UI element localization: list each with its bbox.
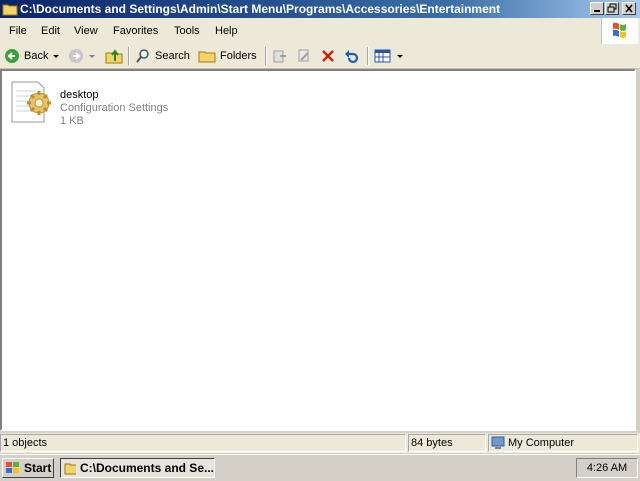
windows-logo xyxy=(601,18,638,44)
system-tray-clock[interactable]: 4:26 AM xyxy=(576,458,638,478)
back-arrow-icon xyxy=(5,49,19,63)
search-label: Search xyxy=(155,50,190,62)
folders-label: Folders xyxy=(220,50,257,62)
toolbar: Back Search Folders xyxy=(0,44,640,69)
menu-favorites[interactable]: Favorites xyxy=(113,25,158,37)
minimize-button[interactable] xyxy=(590,2,604,15)
windows-start-icon xyxy=(6,462,19,473)
menu-help[interactable]: Help xyxy=(215,25,238,37)
delete-icon xyxy=(322,50,334,62)
status-zone: My Computer xyxy=(488,434,638,452)
status-objects: 1 objects xyxy=(0,434,406,452)
undo-button[interactable] xyxy=(343,47,359,65)
folder-icon xyxy=(2,4,18,16)
folders-button[interactable]: Folders xyxy=(198,47,257,65)
back-button[interactable]: Back xyxy=(4,47,60,65)
search-button[interactable]: Search xyxy=(135,47,190,65)
views-button[interactable] xyxy=(374,47,404,65)
restore-icon xyxy=(607,3,617,13)
config-file-icon xyxy=(11,81,51,123)
menu-bar: File Edit View Favorites Tools Help xyxy=(0,18,640,45)
minimize-icon xyxy=(594,10,600,12)
menu-view[interactable]: View xyxy=(74,25,98,37)
views-dropdown-icon[interactable] xyxy=(396,52,404,60)
delete-button[interactable] xyxy=(320,47,336,65)
undo-icon xyxy=(345,50,359,64)
file-item-desktop[interactable]: desktop Configuration Settings 1 KB xyxy=(10,79,210,131)
file-type: Configuration Settings xyxy=(60,102,169,114)
title-bar: C:\Documents and Settings\Admin\Start Me… xyxy=(0,0,640,18)
forward-button[interactable] xyxy=(68,47,96,65)
start-label: Start xyxy=(24,461,52,475)
taskbar: Start C:\Documents and Se... 4:26 AM xyxy=(0,454,640,481)
up-folder-icon xyxy=(105,49,123,64)
task-label: C:\Documents and Se... xyxy=(79,461,214,475)
start-button[interactable]: Start xyxy=(2,458,54,478)
folder-icon xyxy=(64,463,76,475)
status-location: My Computer xyxy=(508,437,575,449)
forward-dropdown-icon[interactable] xyxy=(88,52,96,60)
file-size: 1 KB xyxy=(60,115,84,127)
my-computer-icon xyxy=(491,436,505,449)
back-label: Back xyxy=(24,50,49,62)
windows-flag-icon xyxy=(613,22,626,38)
move-to-icon xyxy=(273,50,286,63)
copy-to-icon xyxy=(298,49,309,62)
move-to-button[interactable] xyxy=(272,47,288,65)
menu-file[interactable]: File xyxy=(9,25,27,37)
file-name: desktop xyxy=(60,89,99,101)
taskbar-explorer-window[interactable]: C:\Documents and Se... xyxy=(60,458,215,478)
search-icon xyxy=(136,49,149,63)
close-button[interactable] xyxy=(622,2,636,15)
folders-icon xyxy=(198,51,216,63)
forward-arrow-icon xyxy=(69,49,83,63)
status-bar: 1 objects 84 bytes My Computer xyxy=(0,433,640,453)
window-title: C:\Documents and Settings\Admin\Start Me… xyxy=(20,2,501,16)
file-list-pane[interactable]: desktop Configuration Settings 1 KB xyxy=(0,69,636,431)
restore-button[interactable] xyxy=(605,2,619,15)
status-bytes: 84 bytes xyxy=(408,434,486,452)
close-icon xyxy=(625,4,633,13)
views-icon xyxy=(374,49,391,63)
menu-edit[interactable]: Edit xyxy=(41,25,60,37)
copy-to-button[interactable] xyxy=(296,47,312,65)
back-dropdown-icon[interactable] xyxy=(52,52,60,60)
menu-tools[interactable]: Tools xyxy=(174,25,200,37)
up-folder-button[interactable] xyxy=(105,47,123,65)
